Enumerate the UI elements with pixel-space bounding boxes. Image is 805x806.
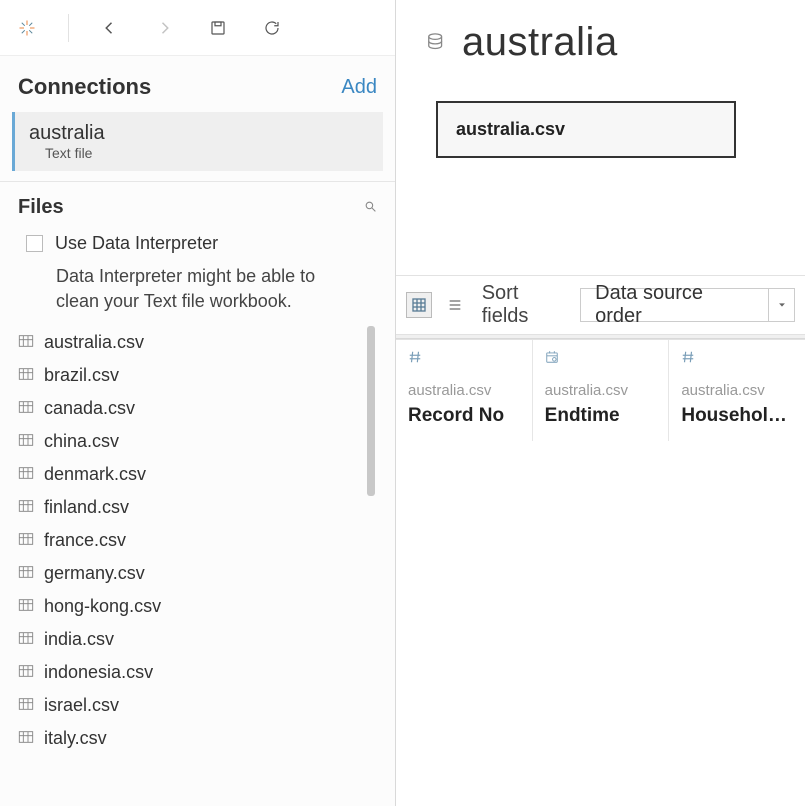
app-logo-icon <box>14 15 40 41</box>
grid-column[interactable]: australia.csv Record No <box>396 340 533 441</box>
column-field-name: Household ... <box>681 405 793 427</box>
file-name: denmark.csv <box>44 464 146 485</box>
file-name: finland.csv <box>44 497 129 518</box>
scrollbar-track <box>367 326 375 786</box>
list-view-button[interactable] <box>442 292 468 318</box>
file-name: brazil.csv <box>44 365 119 386</box>
toolbar-divider <box>68 14 69 42</box>
connection-item[interactable]: australia Text file <box>12 112 383 171</box>
chevron-down-icon <box>768 289 794 321</box>
back-button[interactable] <box>97 15 123 41</box>
table-icon <box>18 332 34 353</box>
file-item[interactable]: china.csv <box>14 425 359 458</box>
add-connection-link[interactable]: Add <box>341 76 377 99</box>
sort-fields-label: Sort fields <box>482 282 570 328</box>
save-button[interactable] <box>205 15 231 41</box>
table-icon <box>18 497 34 518</box>
sort-fields-select[interactable]: Data source order <box>580 288 795 322</box>
table-node[interactable]: australia.csv <box>436 101 736 158</box>
file-name: france.csv <box>44 530 126 551</box>
file-item[interactable]: australia.csv <box>14 326 359 359</box>
column-field-name: Endtime <box>545 405 657 427</box>
connection-name: australia <box>29 122 369 145</box>
scrollbar-thumb[interactable] <box>367 326 375 496</box>
grid-column[interactable]: australia.csv Household ... <box>669 340 805 441</box>
table-icon <box>18 629 34 650</box>
file-name: china.csv <box>44 431 119 452</box>
refresh-button[interactable] <box>259 15 285 41</box>
data-interpreter-label: Use Data Interpreter <box>55 233 218 254</box>
table-icon <box>18 530 34 551</box>
file-name: hong-kong.csv <box>44 596 161 617</box>
data-interpreter-block: Use Data Interpreter Data Interpreter mi… <box>26 233 377 314</box>
file-item[interactable]: germany.csv <box>14 557 359 590</box>
sidebar: Connections Add australia Text file File… <box>0 0 396 806</box>
file-name: canada.csv <box>44 398 135 419</box>
file-name: india.csv <box>44 629 114 650</box>
data-interpreter-hint: Data Interpreter might be able to clean … <box>56 264 356 314</box>
search-icon[interactable] <box>364 200 377 216</box>
data-grid: australia.csv Record No australia.csv Endti… <box>396 339 805 441</box>
file-name: israel.csv <box>44 695 119 716</box>
table-icon <box>18 398 34 419</box>
column-field-name: Record No <box>408 405 520 427</box>
column-source: australia.csv <box>681 382 793 399</box>
grid-column[interactable]: australia.csv Endtime <box>533 340 670 441</box>
file-item[interactable]: brazil.csv <box>14 359 359 392</box>
grid-view-button[interactable] <box>406 292 432 318</box>
top-toolbar <box>0 0 395 56</box>
datasource-title-row: australia <box>396 0 805 65</box>
main-canvas: australia australia.csv Sort fields Data… <box>396 0 805 806</box>
file-item[interactable]: india.csv <box>14 623 359 656</box>
file-item[interactable]: indonesia.csv <box>14 656 359 689</box>
forward-button[interactable] <box>151 15 177 41</box>
connections-header: Connections Add <box>0 56 395 112</box>
files-title: Files <box>18 196 64 219</box>
connections-title: Connections <box>18 74 151 100</box>
table-icon <box>18 662 34 683</box>
table-icon <box>18 563 34 584</box>
datasource-title[interactable]: australia <box>462 20 618 65</box>
grid-toolbar: Sort fields Data source order <box>396 275 805 335</box>
column-type-icon <box>545 350 657 368</box>
column-type-icon <box>681 350 793 368</box>
files-section: Files Use Data Interpreter Data Interpre… <box>0 181 395 806</box>
table-icon <box>18 464 34 485</box>
file-item[interactable]: israel.csv <box>14 689 359 722</box>
table-icon <box>18 728 34 749</box>
column-type-icon <box>408 350 520 368</box>
column-source: australia.csv <box>545 382 657 399</box>
table-icon <box>18 695 34 716</box>
file-name: germany.csv <box>44 563 145 584</box>
file-item[interactable]: hong-kong.csv <box>14 590 359 623</box>
file-list: australia.csv brazil.csv canada.csv china.c… <box>14 326 377 755</box>
file-item[interactable]: canada.csv <box>14 392 359 425</box>
join-canvas[interactable]: australia.csv <box>396 65 805 275</box>
connection-type: Text file <box>29 145 369 161</box>
file-name: indonesia.csv <box>44 662 153 683</box>
table-icon <box>18 431 34 452</box>
file-name: australia.csv <box>44 332 144 353</box>
file-item[interactable]: italy.csv <box>14 722 359 755</box>
file-item[interactable]: finland.csv <box>14 491 359 524</box>
data-interpreter-checkbox[interactable] <box>26 235 43 252</box>
column-source: australia.csv <box>408 382 520 399</box>
file-name: italy.csv <box>44 728 107 749</box>
table-icon <box>18 365 34 386</box>
sort-fields-value: Data source order <box>581 282 768 328</box>
table-icon <box>18 596 34 617</box>
database-icon[interactable] <box>426 32 448 54</box>
file-item[interactable]: france.csv <box>14 524 359 557</box>
file-item[interactable]: denmark.csv <box>14 458 359 491</box>
